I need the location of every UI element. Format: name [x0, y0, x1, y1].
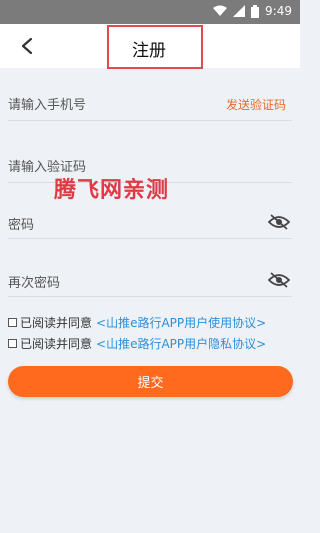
- confirm-password-field[interactable]: 再次密码: [8, 262, 292, 297]
- confirm-password-label: 再次密码: [8, 276, 61, 291]
- password-label: 密码: [8, 218, 35, 233]
- phone-label: 请输入手机号: [8, 98, 87, 113]
- submit-button[interactable]: 提交: [8, 366, 293, 397]
- signal-icon: [233, 5, 246, 17]
- wifi-icon: [213, 5, 228, 16]
- eye-off-icon[interactable]: [268, 272, 290, 288]
- battery-icon: [251, 4, 260, 18]
- agreement-row-privacy: 已阅读并同意 <山推e路行APP用户隐私协议>: [8, 335, 266, 352]
- agreement-row-usage: 已阅读并同意 <山推e路行APP用户使用协议>: [8, 314, 266, 331]
- back-arrow-icon[interactable]: [14, 34, 42, 58]
- usage-agreement-link[interactable]: <山推e路行APP用户使用协议>: [96, 314, 266, 331]
- status-bar: 9:49: [0, 0, 300, 24]
- privacy-agreement-link[interactable]: <山推e路行APP用户隐私协议>: [96, 335, 266, 352]
- password-field[interactable]: 密码: [8, 204, 292, 239]
- watermark-text: 腾飞网亲测: [54, 178, 170, 203]
- phone-field[interactable]: 请输入手机号 发送验证码: [8, 84, 292, 121]
- agreement-checkbox[interactable]: [8, 318, 17, 327]
- status-icons: 9:49: [213, 4, 292, 18]
- send-code-button[interactable]: 发送验证码: [226, 96, 286, 113]
- page-title: 注册: [132, 41, 166, 61]
- agreement-checkbox[interactable]: [8, 339, 17, 348]
- status-time: 9:49: [265, 4, 292, 18]
- agreement-prefix: 已阅读并同意: [20, 337, 93, 351]
- eye-off-icon[interactable]: [268, 214, 290, 230]
- agreement-prefix: 已阅读并同意: [20, 316, 93, 330]
